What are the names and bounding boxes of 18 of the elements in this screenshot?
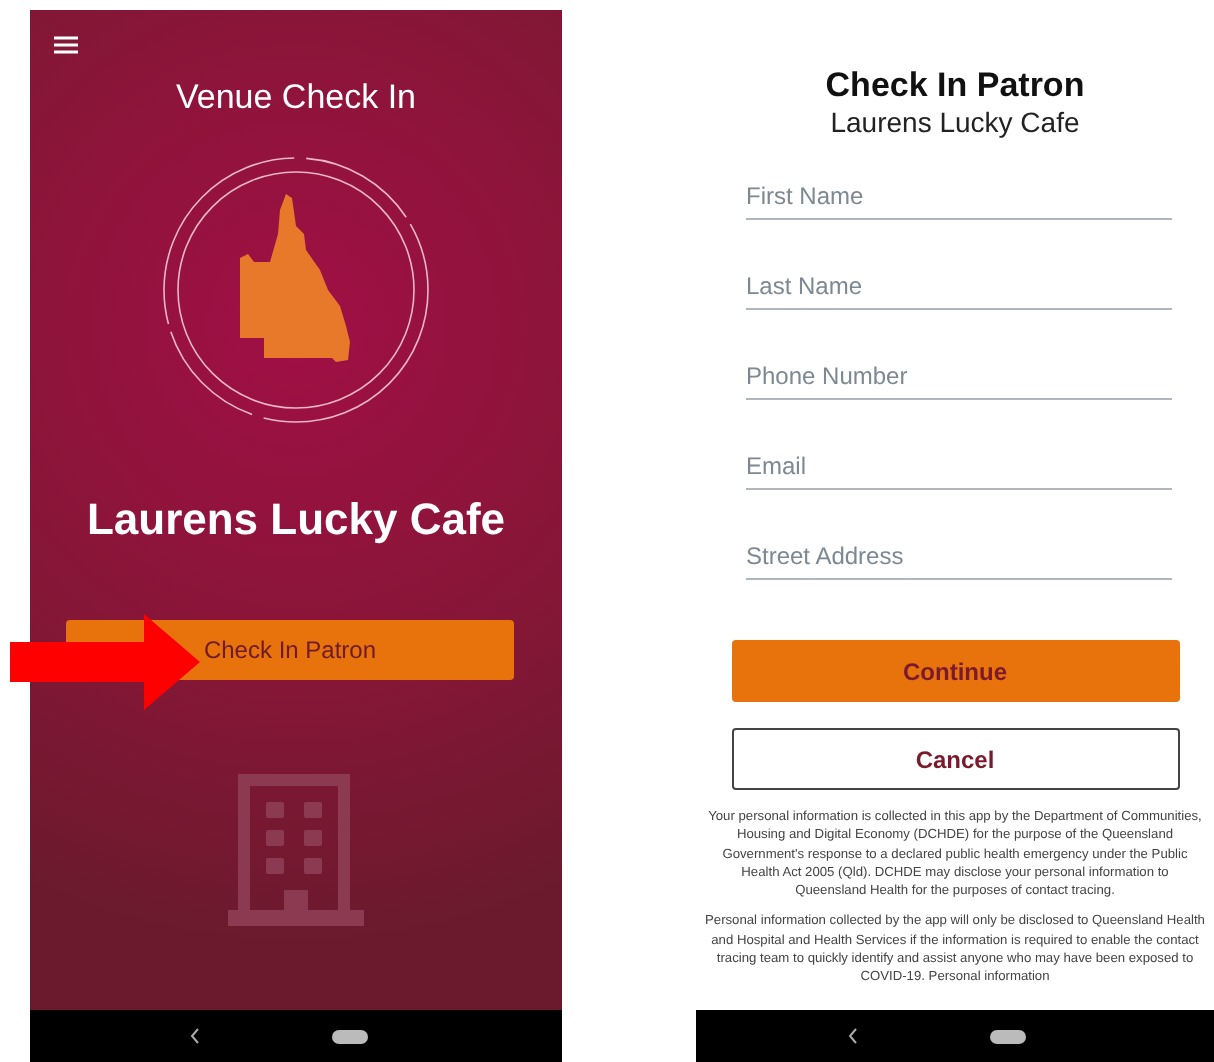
input-field[interactable]: First Name — [746, 166, 1172, 220]
home-icon[interactable] — [990, 1029, 1026, 1043]
cancel-button[interactable]: Cancel — [731, 728, 1179, 790]
home-icon[interactable] — [331, 1029, 367, 1043]
back-icon[interactable] — [189, 1028, 199, 1044]
screen-title: Venue Check In — [175, 78, 417, 118]
input-field[interactable]: Email — [746, 436, 1172, 490]
input-field[interactable]: Last Name — [746, 256, 1172, 310]
arrow-icon — [10, 614, 200, 710]
venue-name: Laurens Lucky Cafe — [830, 106, 1080, 138]
input-field[interactable]: Phone Number — [746, 346, 1172, 400]
menu-icon[interactable] — [54, 36, 78, 54]
venue-name: Laurens Lucky Cafe — [86, 494, 506, 546]
building-icon — [228, 774, 364, 926]
form-title: Check In Patron — [825, 66, 1085, 106]
input-field[interactable]: Street Address — [746, 526, 1172, 580]
back-icon[interactable] — [848, 1028, 858, 1044]
continue-button[interactable]: Continue — [731, 640, 1179, 702]
